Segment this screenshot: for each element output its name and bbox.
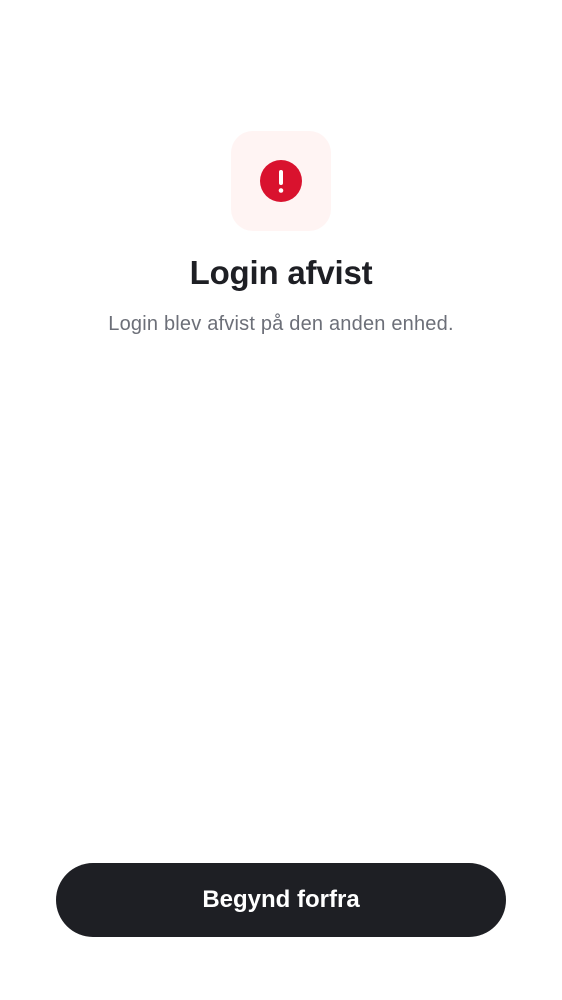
login-rejected-screen: Login afvist Login blev afvist på den an…: [0, 0, 562, 1000]
start-over-button[interactable]: Begynd forfra: [56, 863, 506, 937]
status-icon-tile: [231, 131, 331, 231]
page-title: Login afvist: [189, 254, 373, 291]
alert-circle-icon: [260, 160, 302, 202]
start-over-button-label: Begynd forfra: [202, 886, 360, 913]
rejection-message: Login blev afvist på den anden enhed.: [108, 313, 454, 335]
